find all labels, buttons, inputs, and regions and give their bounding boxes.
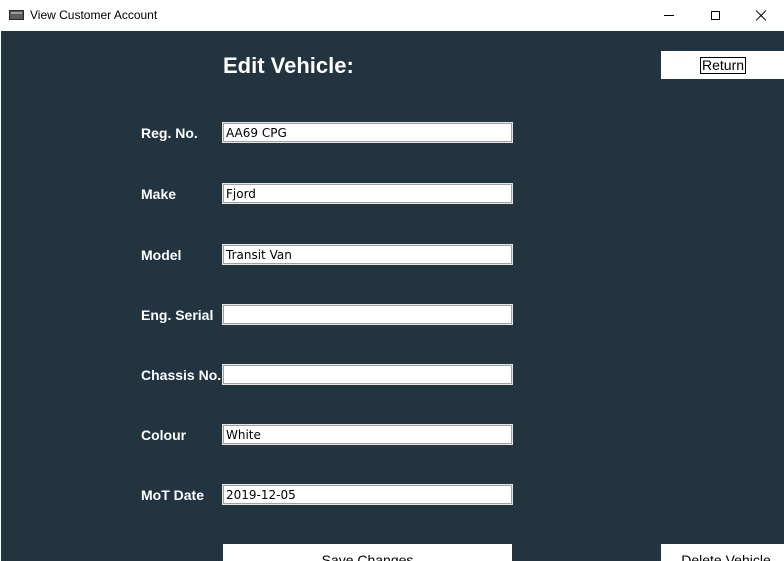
mot-date-label: MoT Date	[141, 487, 204, 503]
eng-serial-field[interactable]	[222, 304, 513, 325]
minimize-button[interactable]	[646, 0, 692, 31]
return-button[interactable]: Return	[661, 51, 784, 79]
mot-date-field[interactable]	[222, 484, 513, 505]
chassis-no-label: Chassis No.	[141, 367, 222, 383]
make-label: Make	[141, 186, 177, 202]
reg-no-label: Reg. No.	[141, 125, 198, 141]
colour-field[interactable]	[222, 424, 513, 445]
page-title: Edit Vehicle:	[223, 53, 354, 78]
maximize-icon	[710, 11, 720, 20]
chassis-no-field[interactable]	[222, 364, 513, 385]
save-changes-label: Save Changes	[321, 552, 414, 561]
maximize-button[interactable]	[692, 0, 738, 31]
close-button[interactable]	[738, 0, 784, 31]
window-title: View Customer Account	[30, 8, 158, 22]
title-bar: View Customer Account	[0, 0, 784, 31]
delete-vehicle-label: Delete Vehicle	[681, 552, 771, 561]
model-field[interactable]	[222, 244, 513, 265]
eng-serial-label: Eng. Serial	[141, 307, 214, 323]
colour-label: Colour	[141, 427, 187, 443]
save-changes-button[interactable]: Save Changes	[223, 544, 512, 561]
reg-no-field[interactable]	[222, 122, 513, 143]
return-button-label: Return	[700, 57, 747, 74]
delete-vehicle-button[interactable]: Delete Vehicle	[661, 544, 784, 561]
edit-vehicle-panel: Edit Vehicle: Return Reg. No. Make Model…	[1, 31, 784, 561]
model-label: Model	[141, 247, 182, 263]
close-icon	[755, 10, 767, 22]
app-window-icon	[9, 10, 24, 20]
make-field[interactable]	[222, 183, 513, 204]
minimize-icon	[664, 15, 674, 16]
